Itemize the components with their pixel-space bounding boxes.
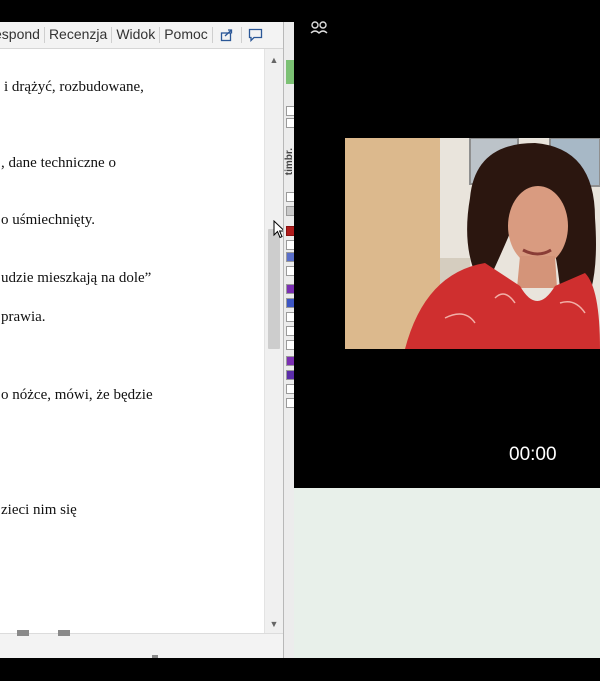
call-timer: 00:00 xyxy=(509,444,557,465)
document-body[interactable]: i drążyć, rozbudowane, , dane techniczne… xyxy=(0,49,264,655)
scroll-up-arrow-icon[interactable]: ▲ xyxy=(265,51,283,69)
document-line: prawia. xyxy=(1,309,46,325)
read-mode-icon[interactable] xyxy=(17,630,29,636)
comment-icon[interactable] xyxy=(242,22,270,48)
video-call-panel: 00:00 xyxy=(294,0,600,488)
word-window: espond Recenzja Widok Pomoc i drążyć, ro… xyxy=(0,22,284,658)
document-line: udzie mieszkają na dole” xyxy=(1,270,152,286)
vertical-scrollbar[interactable]: ▲ ▼ xyxy=(264,49,283,633)
print-layout-icon[interactable] xyxy=(58,630,70,636)
scroll-thumb[interactable] xyxy=(268,229,280,349)
document-line: o uśmiechnięty. xyxy=(1,212,96,228)
document-line: o nóżce, mówi, że będzie xyxy=(1,387,153,403)
side-panel-background xyxy=(294,488,600,658)
tab-widok[interactable]: Widok xyxy=(112,22,159,48)
participant-video[interactable] xyxy=(345,138,600,349)
scroll-down-arrow-icon[interactable]: ▼ xyxy=(265,615,283,633)
status-bar xyxy=(0,633,284,658)
tab-korespondencja[interactable]: espond xyxy=(0,22,44,48)
settings-gear-icon[interactable] xyxy=(310,20,328,36)
document-line: zieci nim się xyxy=(1,502,77,518)
tab-pomoc[interactable]: Pomoc xyxy=(160,22,212,48)
document-line: , dane techniczne o xyxy=(1,155,116,171)
ribbon-tabs: espond Recenzja Widok Pomoc xyxy=(0,22,284,49)
participant-video-image xyxy=(345,138,600,349)
screen-bottom-border xyxy=(0,658,600,681)
document-line: i drążyć, rozbudowane, xyxy=(4,79,144,95)
share-icon[interactable] xyxy=(213,22,241,48)
tab-recenzja[interactable]: Recenzja xyxy=(45,22,111,48)
